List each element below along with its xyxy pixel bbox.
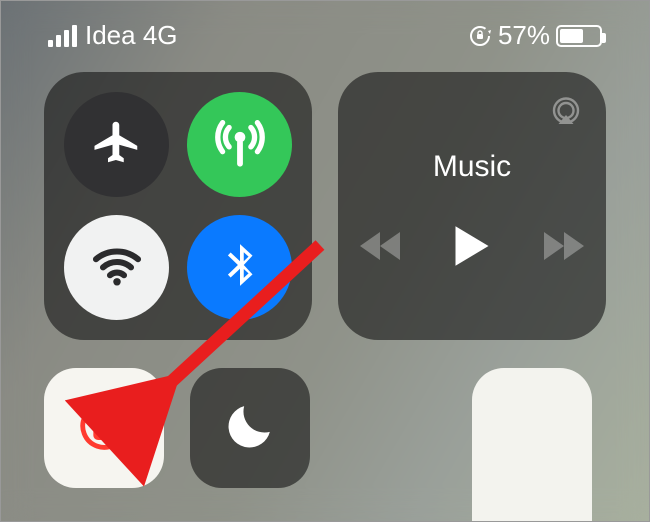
do-not-disturb-toggle[interactable] — [190, 368, 310, 488]
rotation-lock-status-icon — [468, 24, 492, 48]
battery-percent-label: 57% — [498, 20, 550, 51]
status-right: 57% — [468, 20, 602, 51]
cellular-data-toggle[interactable] — [187, 92, 292, 197]
airplane-mode-toggle[interactable] — [64, 92, 169, 197]
brightness-slider[interactable] — [472, 368, 592, 522]
status-left: Idea 4G — [48, 20, 178, 51]
fast-forward-button[interactable] — [540, 230, 586, 267]
connectivity-module — [44, 72, 312, 340]
status-bar: Idea 4G 57% — [0, 20, 650, 51]
music-module[interactable]: Music — [338, 72, 606, 340]
battery-fill — [560, 29, 583, 43]
bluetooth-toggle[interactable] — [187, 215, 292, 320]
rotation-lock-icon — [72, 394, 136, 463]
rewind-button[interactable] — [358, 230, 404, 267]
airplane-icon — [90, 115, 144, 174]
airplay-icon[interactable] — [548, 94, 584, 135]
music-title-label: Music — [433, 150, 511, 184]
signal-strength-icon — [48, 25, 77, 47]
playback-controls — [358, 224, 586, 273]
carrier-label: Idea 4G — [85, 20, 178, 51]
moon-icon — [222, 398, 278, 459]
wifi-icon — [89, 237, 145, 298]
battery-icon — [556, 25, 602, 47]
play-button[interactable] — [452, 224, 492, 273]
cellular-antenna-icon — [211, 113, 269, 176]
wifi-toggle[interactable] — [64, 215, 169, 320]
bluetooth-icon — [215, 240, 265, 295]
rotation-lock-toggle[interactable] — [44, 368, 164, 488]
